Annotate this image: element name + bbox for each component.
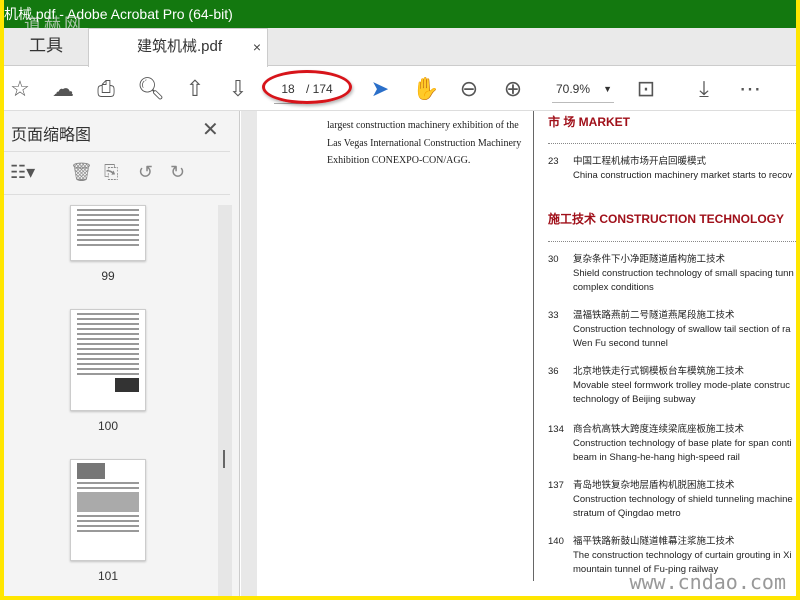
zoom-level-select[interactable]: 70.9% ▼: [552, 75, 614, 103]
rotate-right-icon[interactable]: ↻: [170, 162, 185, 183]
select-cursor-icon[interactable]: ➤: [366, 75, 394, 103]
options-menu-icon[interactable]: ☷▾: [10, 162, 35, 183]
delete-page-icon[interactable]: 🗑︎: [70, 162, 93, 183]
document-view: ◀ largest construction machinery exhibit…: [241, 111, 796, 596]
page-thumbnail[interactable]: [70, 459, 146, 561]
toc-title-cn: 中国工程机械市场开启回暖模式: [573, 156, 707, 167]
page-thumbnail[interactable]: [70, 309, 146, 411]
column-divider: [533, 111, 534, 581]
pdf-page: largest construction machinery exhibitio…: [257, 111, 796, 596]
toc-title-en: complex conditions: [573, 282, 654, 293]
previous-page-icon[interactable]: ⇧: [181, 75, 209, 103]
toc-page-number: 140: [548, 536, 564, 547]
toc-title-cn: 福平铁路新鼓山隧道帷幕注浆施工技术: [573, 536, 735, 547]
close-tab-icon[interactable]: ×: [253, 29, 261, 65]
left-column-text: largest construction machinery exhibitio…: [327, 117, 527, 170]
toc-title-en: Construction technology of base plate fo…: [573, 438, 792, 449]
thumbnail-list: 99 100 101: [10, 205, 218, 596]
toc-title-en: Construction technology of shield tunnel…: [573, 494, 793, 505]
toc-title-en: Wen Fu second tunnel: [573, 338, 668, 349]
page-thumbnail[interactable]: [70, 205, 146, 261]
toc-title-cn: 复杂条件下小净距隧道盾构施工技术: [573, 254, 726, 265]
toc-title-cn: 青岛地铁复杂地层盾构机脱困施工技术: [573, 480, 735, 491]
tab-document-label: 建筑机械.pdf: [137, 38, 223, 55]
close-panel-icon[interactable]: ✕: [202, 117, 219, 142]
page-fit-icon[interactable]: ⊡: [632, 75, 660, 103]
toc-title-en: The construction technology of curtain g…: [573, 550, 792, 561]
toolbar: ☆ ☁ ⎙ 🔍︎ ⇧ ⇩ 18 / 174 ➤ ✋ ⊖ ⊕ 70.9% ▼ ⊡ ⤓…: [4, 67, 796, 111]
toc-title-en: Shield construction technology of small …: [573, 268, 794, 279]
highlight-annotation-oval: [262, 70, 352, 104]
search-icon[interactable]: 🔍︎: [137, 75, 165, 103]
thumbnail-scrollbar[interactable]: [218, 205, 232, 596]
section-heading: 市 场 MARKET: [548, 115, 630, 129]
dotted-divider: [548, 143, 796, 144]
next-page-icon[interactable]: ⇩: [224, 75, 252, 103]
panel-title: 页面缩略图: [11, 127, 92, 144]
insert-page-icon[interactable]: ⎘: [104, 162, 118, 183]
tab-bar: 工具 建筑机械.pdf ×: [4, 28, 796, 67]
more-options-icon[interactable]: ⋯: [736, 75, 764, 103]
watermark-url: www.cndao.com: [629, 570, 786, 594]
tab-tools[interactable]: 工具: [4, 28, 88, 66]
rotate-left-icon[interactable]: ↺: [138, 162, 153, 183]
toc-title-cn: 温福铁路燕前二号隧道燕尾段施工技术: [573, 310, 735, 321]
thumbnail-label: 100: [97, 419, 119, 433]
tab-document[interactable]: 建筑机械.pdf ×: [88, 28, 268, 67]
hand-tool-icon[interactable]: ✋: [412, 75, 440, 103]
acrobat-window: 机械.pdf - Adobe Acrobat Pro (64-bit) 道赫网 …: [4, 0, 796, 596]
toc-title-cn: 北京地铁走行式钢模板台车模筑施工技术: [573, 366, 745, 377]
thumbnail-label: 101: [97, 569, 119, 583]
toc-title-en: beam in Shang-he-hang high-speed rail: [573, 452, 740, 463]
zoom-out-icon[interactable]: ⊖: [455, 75, 483, 103]
toc-title-en: stratum of Qingdao metro: [573, 508, 681, 519]
thumbnails-panel: 页面缩略图 ✕ ☷▾ 🗑︎ ⎘ ↺ ↻ 99 100 101: [4, 111, 240, 596]
toc-title-en: Construction technology of swallow tail …: [573, 324, 791, 335]
upload-cloud-icon[interactable]: ☁: [49, 75, 77, 103]
thumbnail-label: 99: [101, 269, 115, 283]
toc-page-number: 23: [548, 156, 559, 167]
text-line: Las Vegas International Construction Mac…: [327, 137, 522, 149]
toc-page-number: 137: [548, 480, 564, 491]
zoom-value: 70.9%: [556, 82, 591, 96]
bookmark-star-icon[interactable]: ☆: [6, 75, 34, 103]
chevron-down-icon: ▼: [603, 84, 612, 94]
scroll-mode-icon[interactable]: ⤓: [690, 75, 718, 103]
toc-page-number: 134: [548, 424, 564, 435]
text-line: Exhibition CONEXPO-CON/AGG.: [327, 155, 471, 166]
toc-page-number: 33: [548, 310, 559, 321]
toc-title-en: Movable steel formwork trolley mode-plat…: [573, 380, 791, 391]
print-icon[interactable]: ⎙: [92, 75, 120, 103]
title-bar: 机械.pdf - Adobe Acrobat Pro (64-bit): [4, 0, 796, 28]
panel-toolbar: ☷▾ 🗑︎ ⎘ ↺ ↻: [4, 151, 230, 195]
section-heading: 施工技术 CONSTRUCTION TECHNOLOGY: [548, 212, 784, 226]
toc-title-en: China construction machinery market star…: [573, 170, 793, 181]
toc-page-number: 30: [548, 254, 559, 265]
toc-title-en: technology of Beijing subway: [573, 394, 696, 405]
toc-page-number: 36: [548, 366, 559, 377]
zoom-in-icon[interactable]: ⊕: [499, 75, 527, 103]
text-line: largest construction machinery exhibitio…: [327, 120, 519, 131]
toc-title-cn: 商合杭高铁大跨度连续梁底座板施工技术: [573, 424, 745, 435]
dotted-divider: [548, 241, 796, 242]
